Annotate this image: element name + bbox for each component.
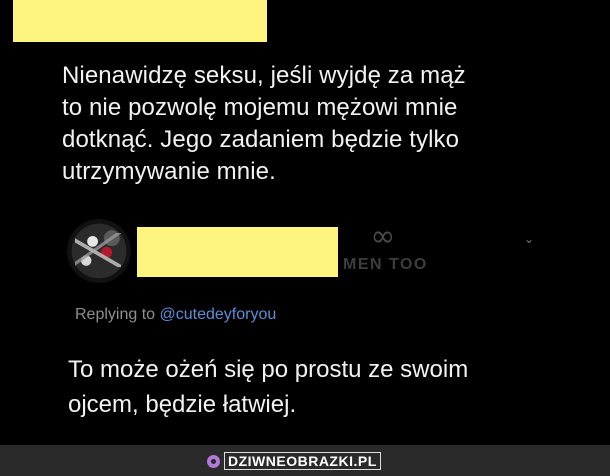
men-too-watermark: ∞ MEN TOO (343, 222, 453, 282)
avatar[interactable] (67, 219, 131, 283)
footer-bar: DZIWNEOBRAZKI.PL (0, 445, 610, 476)
screenshot-page: Nienawidzę seksu, jeśli wyjdę za mąż to … (0, 0, 610, 476)
redaction-block-top (13, 0, 267, 42)
tweet-line: utrzymywanie mnie. (62, 158, 276, 185)
tweet-line: to nie pozwolę mojemu mężowi mnie (62, 94, 458, 121)
watermark-label: MEN TOO (343, 256, 428, 273)
brand-name: DZIWNEOBRAZKI.PL (224, 452, 381, 470)
tweet-line: Nienawidzę seksu, jeśli wyjdę za mąż (62, 62, 466, 89)
footer-brand[interactable]: DZIWNEOBRAZKI.PL (207, 452, 381, 470)
redaction-block-username (137, 227, 338, 277)
brand-logo-icon (207, 454, 220, 468)
chevron-down-icon[interactable]: ⌄ (524, 232, 538, 246)
infinity-icon: ∞ (370, 219, 396, 254)
replying-to-line: Replying to @cutedeyforyou (75, 306, 276, 324)
tweet-line: dotknąć. Jego zadaniem będzie tylko (62, 126, 460, 153)
replying-to-handle-link[interactable]: @cutedeyforyou (160, 306, 277, 323)
original-tweet-text: Nienawidzę seksu, jeśli wyjdę za mąż to … (62, 60, 582, 188)
reply-line: ojcem, będzie łatwiej. (68, 391, 297, 418)
replying-to-label: Replying to (75, 306, 160, 323)
reply-line: To może ożeń się po prostu ze swoim (68, 356, 469, 383)
reply-tweet-text: To może ożeń się po prostu ze swoim ojce… (68, 352, 588, 422)
